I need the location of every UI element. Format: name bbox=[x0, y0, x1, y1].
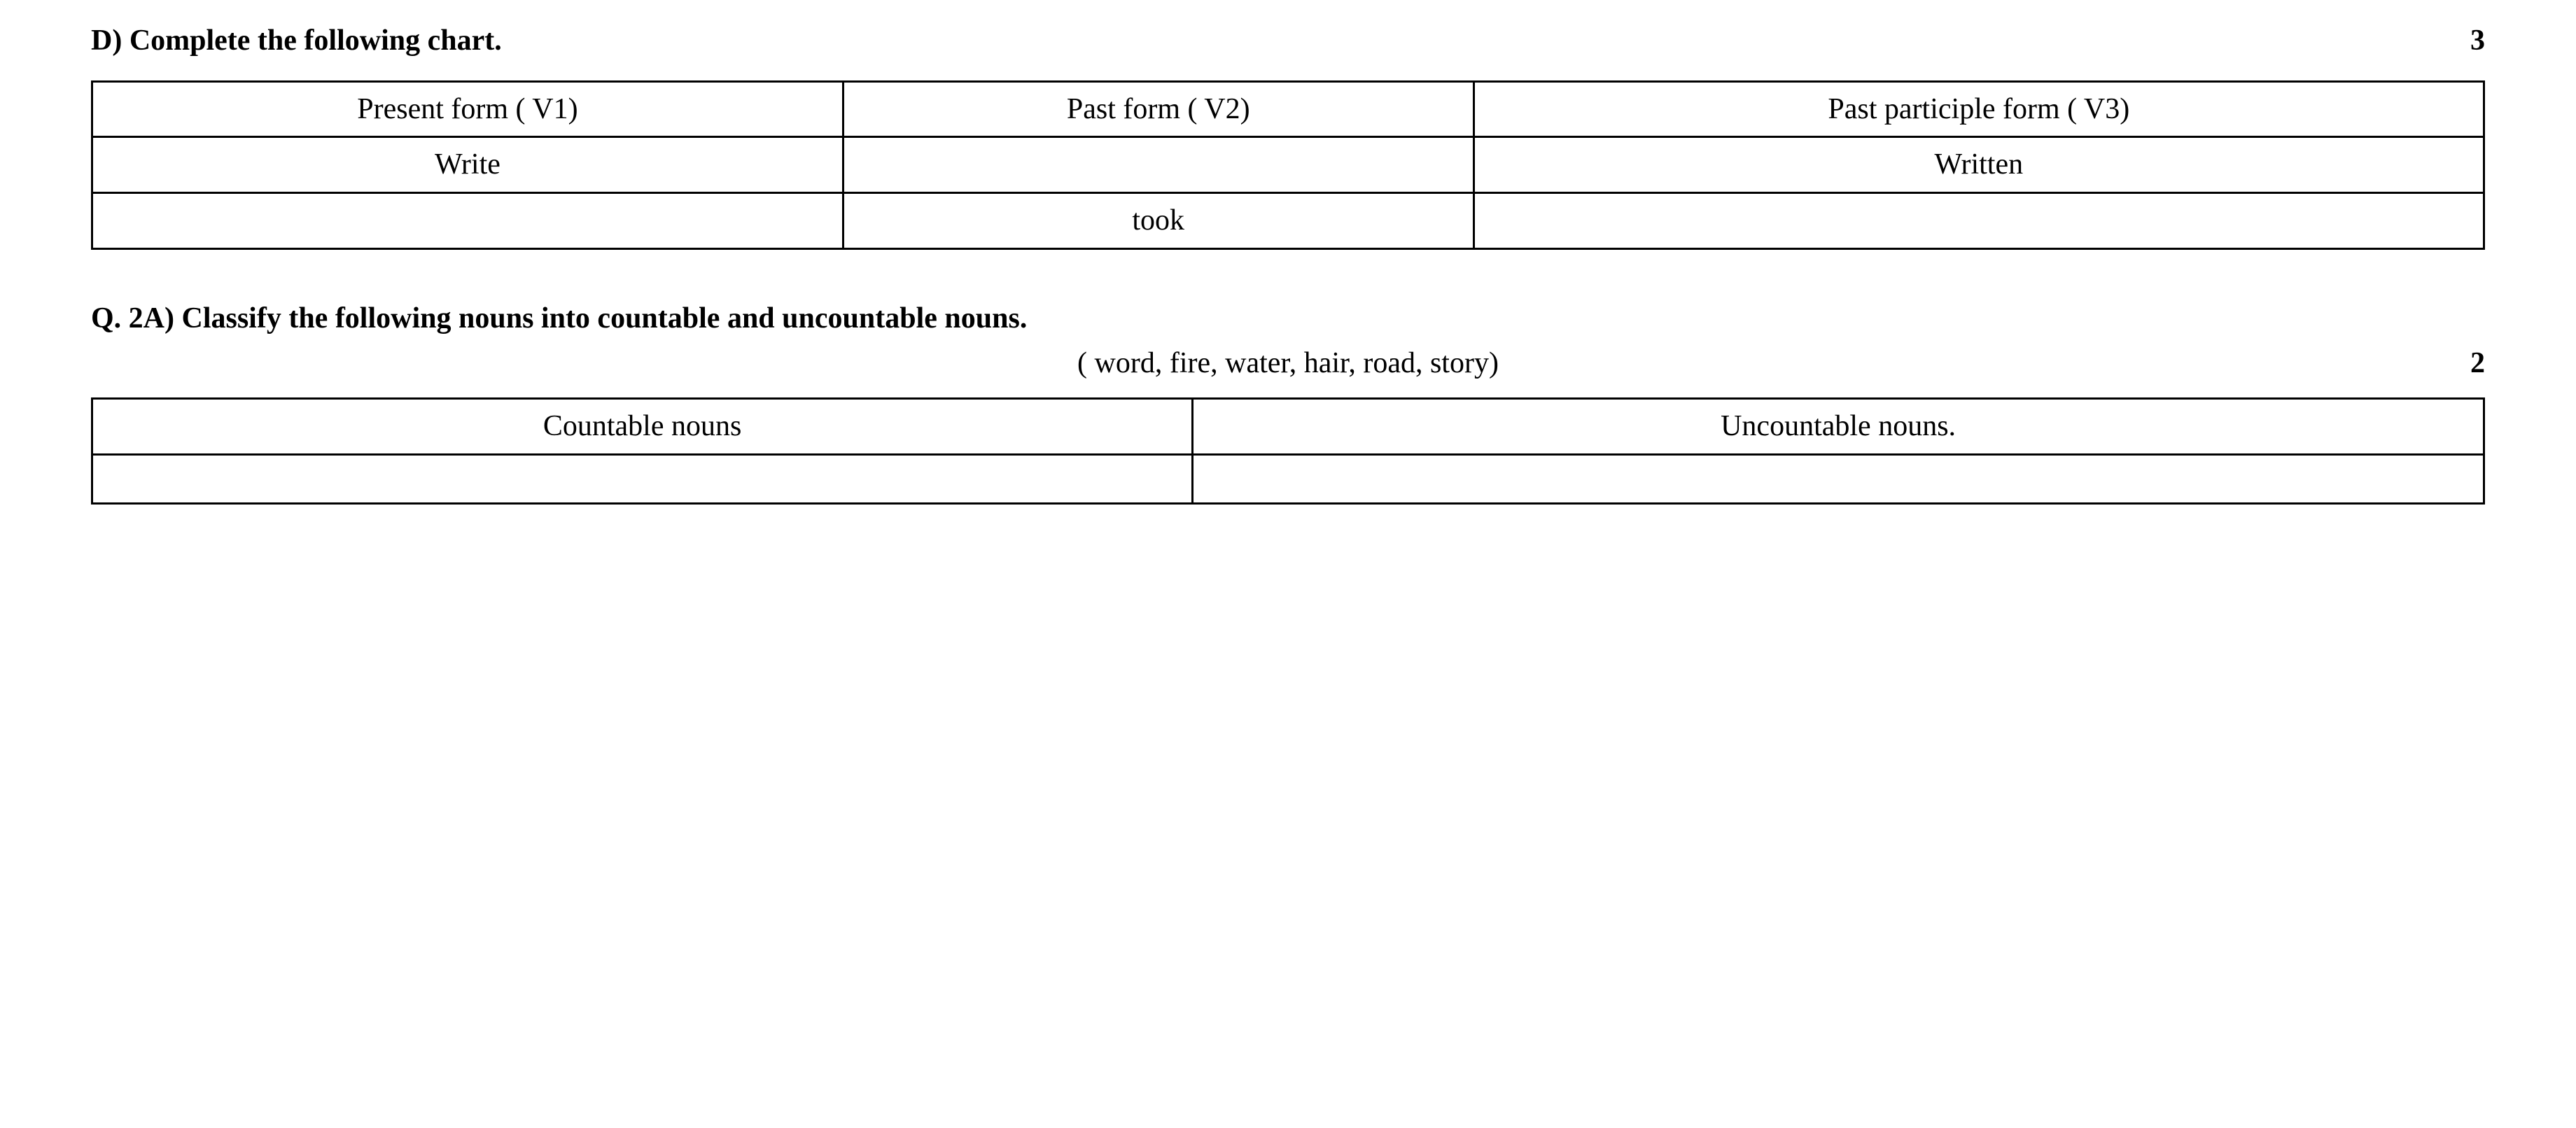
verb-forms-table: Present form ( V1) Past form ( V2) Past … bbox=[91, 80, 2485, 250]
table-header-row: Present form ( V1) Past form ( V2) Past … bbox=[92, 81, 2484, 137]
table-row: took bbox=[92, 193, 2484, 249]
section-d-heading: D) Complete the following chart. bbox=[91, 21, 502, 61]
q2a-heading-row: Q. 2A) Classify the following nouns into… bbox=[91, 299, 2485, 339]
cell-uncountable[interactable] bbox=[1193, 454, 2484, 503]
col-header-v3: Past participle form ( V3) bbox=[1474, 81, 2484, 137]
section-d-heading-row: D) Complete the following chart. 3 bbox=[91, 21, 2485, 61]
cell-r1-c3: Written bbox=[1474, 137, 2484, 193]
table-row: Write Written bbox=[92, 137, 2484, 193]
col-header-uncountable: Uncountable nouns. bbox=[1193, 399, 2484, 455]
noun-classification-table: Countable nouns Uncountable nouns. bbox=[91, 397, 2485, 505]
col-header-countable: Countable nouns bbox=[92, 399, 1193, 455]
col-header-v1: Present form ( V1) bbox=[92, 81, 844, 137]
cell-r2-c1[interactable] bbox=[92, 193, 844, 249]
col-header-v2: Past form ( V2) bbox=[843, 81, 1474, 137]
table-header-row: Countable nouns Uncountable nouns. bbox=[92, 399, 2484, 455]
q2a-wordlist: ( word, fire, water, hair, road, story) bbox=[1077, 344, 1499, 383]
cell-r2-c3[interactable] bbox=[1474, 193, 2484, 249]
q2a-subline: ( word, fire, water, hair, road, story) … bbox=[91, 344, 2485, 383]
table-row bbox=[92, 454, 2484, 503]
cell-r1-c1: Write bbox=[92, 137, 844, 193]
q2a-marks: 2 bbox=[2470, 344, 2485, 383]
section-d-marks: 3 bbox=[2470, 21, 2485, 61]
cell-r2-c2: took bbox=[843, 193, 1474, 249]
q2a-heading: Q. 2A) Classify the following nouns into… bbox=[91, 299, 1027, 339]
cell-r1-c2[interactable] bbox=[843, 137, 1474, 193]
cell-countable[interactable] bbox=[92, 454, 1193, 503]
